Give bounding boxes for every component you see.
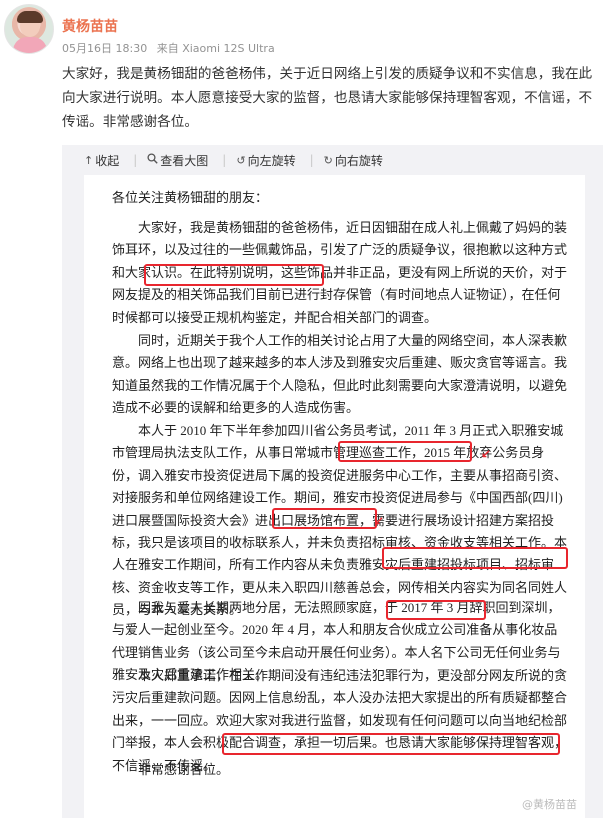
post-meta: 05月16日 18:30 来自 Xiaomi 12S Ultra xyxy=(62,40,281,56)
rotate-right-button[interactable]: ↻ 向右旋转 xyxy=(324,152,383,169)
view-large-label: 查看大图 xyxy=(160,153,209,168)
rotate-right-label: 向右旋转 xyxy=(334,153,383,168)
rotate-right-icon: ↻ xyxy=(323,153,333,167)
image-viewer[interactable]: 各位关注黄杨钿甜的朋友： 大家好，我是黄杨钿甜的爸爸杨伟，近日因钿甜在成人礼上佩… xyxy=(62,175,603,818)
magnifier-icon xyxy=(147,153,158,167)
toolbar-divider: | xyxy=(309,153,314,167)
post-source: 来自 Xiaomi 12S Ultra xyxy=(156,42,275,55)
collapse-label: 收起 xyxy=(95,153,120,168)
letter-paragraph-2: 同时，近期关于我个人工作的相关讨论占用了大量的网络空间，本人深表歉意。网络上也出… xyxy=(112,333,568,416)
highlight-box xyxy=(144,264,324,286)
weibo-watermark: @黄杨苗苗 xyxy=(522,798,577,811)
highlight-box xyxy=(338,441,472,462)
username[interactable]: 黄杨苗苗 xyxy=(62,16,118,36)
highlight-box xyxy=(222,733,560,755)
toolbar-divider: | xyxy=(222,153,227,167)
collapse-button[interactable]: ↑ 收起 xyxy=(84,152,119,169)
view-large-button[interactable]: 查看大图 xyxy=(147,152,208,169)
up-arrow-icon: ↑ xyxy=(84,153,94,167)
post-date[interactable]: 05月16日 18:30 xyxy=(62,42,147,55)
post-text: 大家好，我是黄杨钿甜的爸爸杨伟，关于近日网络上引发的质疑争议和不实信息，我在此向… xyxy=(62,66,593,130)
highlight-box xyxy=(382,547,568,569)
rotate-left-label: 向左旋转 xyxy=(247,153,296,168)
highlight-box xyxy=(386,600,486,620)
toolbar-divider: | xyxy=(133,153,138,167)
letter-image[interactable]: 各位关注黄杨钿甜的朋友： 大家好，我是黄杨钿甜的爸爸杨伟，近日因钿甜在成人礼上佩… xyxy=(84,175,585,818)
highlight-box xyxy=(272,508,377,529)
letter-closing: 非常感谢各位。 xyxy=(138,762,230,777)
post-header: 黄杨苗苗 05月16日 18:30 来自 Xiaomi 12S Ultra xyxy=(0,0,603,60)
highlight-arrow: ↙ xyxy=(481,447,492,461)
rotate-left-icon: ↺ xyxy=(236,153,246,167)
avatar[interactable] xyxy=(4,4,54,54)
rotate-left-button[interactable]: ↺ 向左旋转 xyxy=(236,152,295,169)
highlight-arrow: ↙ xyxy=(374,514,385,528)
letter-salutation: 各位关注黄杨钿甜的朋友： xyxy=(112,190,269,205)
image-toolbar: ↑ 收起 | 查看大图 | ↺ 向左旋转 | ↻ 向右旋转 xyxy=(62,145,603,175)
